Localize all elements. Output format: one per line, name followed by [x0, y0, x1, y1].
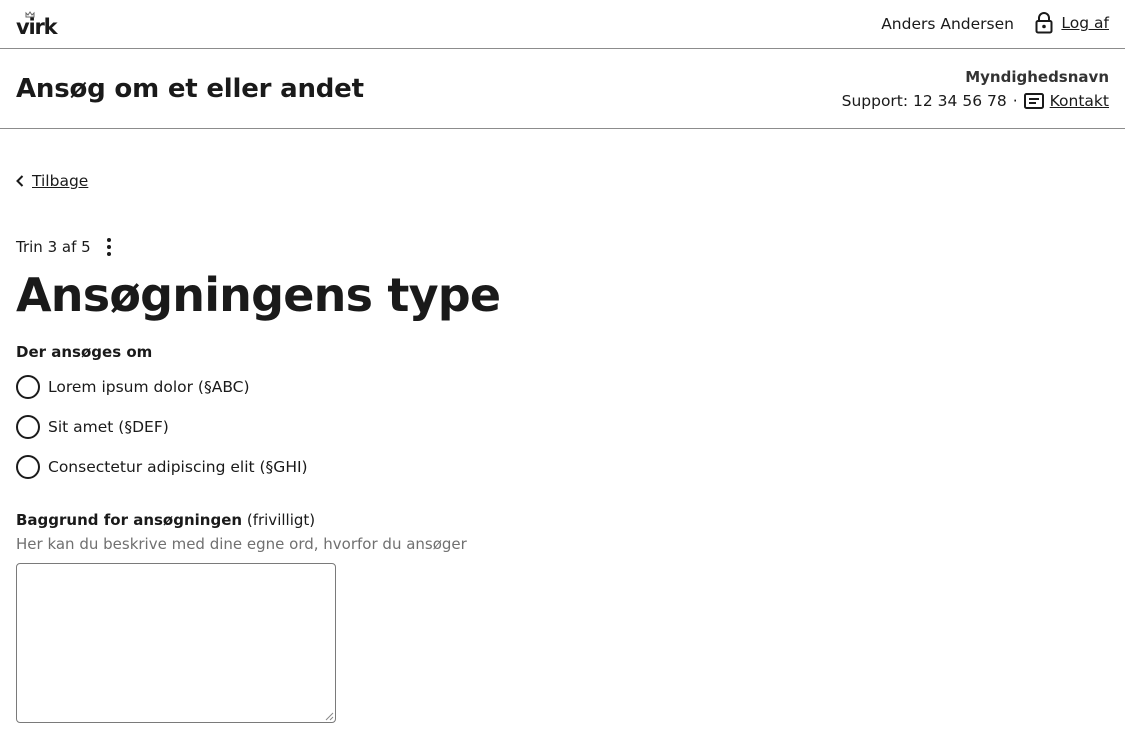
logo-text: virk: [16, 15, 58, 39]
support-line: Support: 12 34 56 78 · Kontakt: [842, 91, 1109, 111]
contact-label: Kontakt: [1049, 92, 1109, 110]
back-label: Tilbage: [32, 172, 89, 190]
background-field-hint: Her kan du beskrive med dine egne ord, h…: [16, 535, 467, 553]
radio-label: Sit amet (§DEF): [48, 418, 169, 436]
step-indicator: Trin 3 af 5: [16, 236, 115, 258]
logout-label: Log af: [1061, 14, 1109, 32]
optional-marker: (frivilligt): [246, 511, 316, 529]
authority-name: Myndighedsnavn: [965, 68, 1109, 86]
page-title: Ansøgningens type: [16, 268, 501, 322]
chevron-left-icon: [16, 175, 24, 187]
radio-button[interactable]: [16, 415, 40, 439]
app-header: Ansøg om et eller andet Myndighedsnavn S…: [0, 49, 1125, 129]
background-textarea[interactable]: [16, 563, 336, 723]
step-label: Trin 3 af 5: [16, 238, 91, 256]
radio-button[interactable]: [16, 375, 40, 399]
app-title: Ansøg om et eller andet: [16, 74, 364, 104]
contact-link[interactable]: Kontakt: [1023, 91, 1109, 111]
background-label-text: Baggrund for ansøgningen: [16, 511, 243, 529]
resize-handle-icon[interactable]: [324, 711, 334, 721]
support-phone: Support: 12 34 56 78: [841, 92, 1007, 110]
lock-icon: [1035, 12, 1053, 34]
back-link[interactable]: Tilbage: [16, 171, 88, 191]
radio-group-legend: Der ansøges om: [16, 343, 153, 361]
radio-option-ghi[interactable]: Consectetur adipiscing elit (§GHI): [16, 455, 308, 479]
radio-label: Consectetur adipiscing elit (§GHI): [48, 458, 308, 476]
message-icon: [1023, 93, 1044, 109]
radio-option-def[interactable]: Sit amet (§DEF): [16, 415, 169, 439]
user-name: Anders Andersen: [881, 15, 1014, 33]
radio-option-abc[interactable]: Lorem ipsum dolor (§ABC): [16, 375, 250, 399]
virk-logo[interactable]: virk: [16, 11, 58, 39]
background-field-label: Baggrund for ansøgningen (frivilligt): [16, 510, 315, 530]
kebab-menu-icon[interactable]: [103, 236, 115, 258]
top-bar: virk Anders Andersen Log af: [0, 0, 1125, 49]
radio-button[interactable]: [16, 455, 40, 479]
radio-label: Lorem ipsum dolor (§ABC): [48, 378, 250, 396]
logout-link[interactable]: Log af: [1035, 12, 1109, 34]
support-separator: ·: [1012, 92, 1018, 110]
